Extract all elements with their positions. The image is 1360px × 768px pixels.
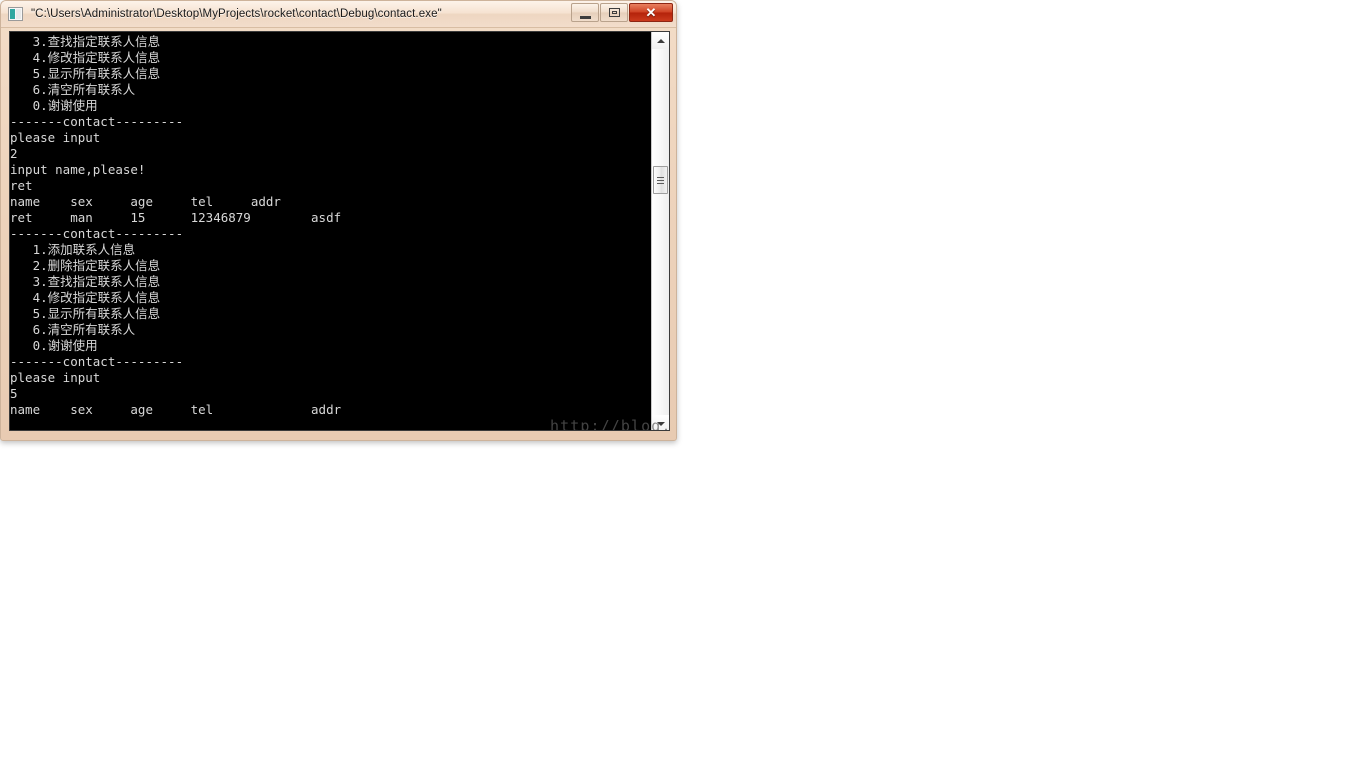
console-line: 0.谢谢使用 [10, 98, 98, 113]
console-line: 3.查找指定联系人信息 [10, 274, 161, 289]
console-line: 1.添加联系人信息 [10, 242, 136, 257]
console-line: 6.清空所有联系人 [10, 82, 136, 97]
console-line: 5 [10, 386, 18, 401]
console-line: 5.显示所有联系人信息 [10, 66, 161, 81]
console-output: 3.查找指定联系人信息 4.修改指定联系人信息 5.显示所有联系人信息 6.清空… [10, 34, 650, 418]
console-client-area[interactable]: 3.查找指定联系人信息 4.修改指定联系人信息 5.显示所有联系人信息 6.清空… [9, 31, 670, 431]
console-line: 6.清空所有联系人 [10, 322, 136, 337]
window-controls: ✕ [571, 3, 673, 22]
window-title: "C:\Users\Administrator\Desktop\MyProjec… [31, 8, 442, 20]
triangle-up-icon [656, 38, 665, 43]
triangle-down-icon [656, 421, 665, 426]
console-app-icon [8, 7, 23, 21]
grip-icon [657, 176, 664, 184]
scroll-up-arrow[interactable] [652, 32, 669, 49]
console-line: input name,please! [10, 162, 146, 177]
console-line: ret man 15 12346879 asdf [10, 210, 342, 225]
console-line: please input [10, 130, 101, 145]
close-icon: ✕ [645, 5, 657, 20]
maximize-restore-button[interactable] [600, 3, 628, 22]
console-line: name sex age tel addr [10, 194, 281, 209]
minimize-button[interactable] [571, 3, 599, 22]
window-titlebar[interactable]: "C:\Users\Administrator\Desktop\MyProjec… [1, 1, 676, 28]
console-line: 4.修改指定联系人信息 [10, 290, 161, 305]
console-line: 0.谢谢使用 [10, 338, 98, 353]
close-button[interactable]: ✕ [629, 3, 673, 22]
scrollbar-thumb[interactable] [653, 166, 668, 194]
console-line: -------contact--------- [10, 226, 184, 241]
restore-icon [608, 8, 620, 17]
console-line: 3.查找指定联系人信息 [10, 34, 161, 49]
desktop-background: "C:\Users\Administrator\Desktop\MyProjec… [0, 0, 1360, 768]
console-line: 5.显示所有联系人信息 [10, 306, 161, 321]
console-window[interactable]: "C:\Users\Administrator\Desktop\MyProjec… [0, 0, 677, 441]
minimize-icon [579, 13, 591, 19]
console-line: 4.修改指定联系人信息 [10, 50, 161, 65]
console-line: -------contact--------- [10, 354, 184, 369]
console-line: 2.删除指定联系人信息 [10, 258, 161, 273]
vertical-scrollbar[interactable] [651, 32, 669, 430]
console-line: 2 [10, 146, 18, 161]
console-line: -------contact--------- [10, 114, 184, 129]
console-line: name sex age tel addr [10, 402, 342, 417]
scroll-down-arrow[interactable] [652, 415, 669, 430]
console-line: ret [10, 178, 33, 193]
console-line: please input [10, 370, 101, 385]
